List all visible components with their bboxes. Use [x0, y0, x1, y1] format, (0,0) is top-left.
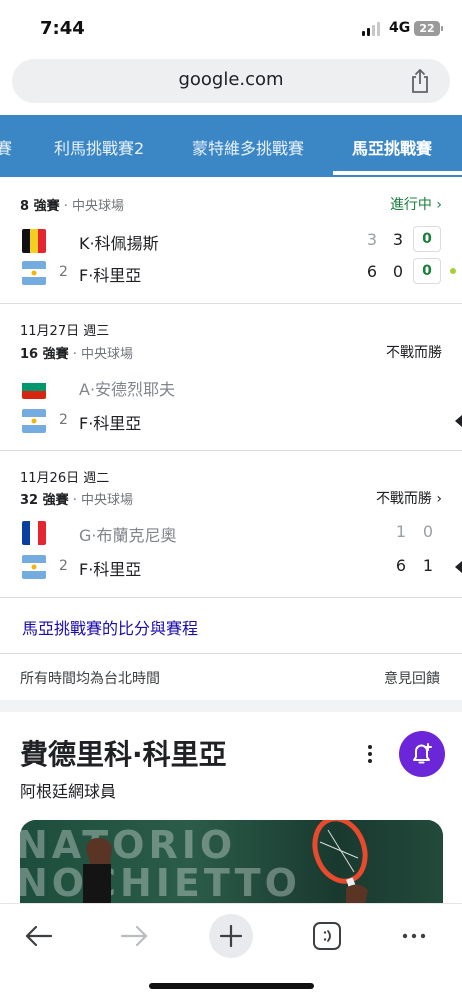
match-date: 11月26日 週二 [20, 471, 110, 486]
tab-montevideo[interactable]: 蒙特維多挑戰賽 [192, 135, 304, 159]
winner-marker-icon [455, 415, 462, 427]
new-tab-plus-icon[interactable] [209, 914, 253, 958]
argentina-flag-icon [22, 555, 46, 579]
player-name: F·科里亞 [79, 266, 142, 285]
player-row: 2 F·科里亞 6 1 [0, 552, 462, 582]
player-seed: 2 [59, 412, 68, 428]
status-time: 7:44 [40, 18, 85, 39]
tab-maia[interactable]: 馬亞挑戰賽 [352, 135, 432, 159]
belgium-flag-icon [22, 229, 46, 253]
match-status-live[interactable]: 進行中 › [390, 194, 442, 214]
player-seed: 2 [59, 264, 68, 280]
set-score: 6 [366, 262, 378, 281]
game-score: 0 [413, 258, 441, 284]
tournament-scores-link[interactable]: 馬亞挑戰賽的比分與賽程 [22, 615, 198, 639]
match-card-quarterfinal[interactable]: 8 強賽 · 中央球場 進行中 › K·科佩揚斯 3 3 0 2 F·科里亞 6… [0, 178, 462, 304]
timezone-note: 所有時間均為台北時間 [20, 671, 160, 687]
more-options-icon[interactable] [360, 742, 380, 766]
sports-footer: 所有時間均為台北時間 意見回饋 [0, 655, 462, 699]
match-status: 不戰而勝 [386, 345, 442, 361]
player-row: 2 F·科里亞 6 0 0 [0, 258, 462, 288]
set-score: 3 [392, 230, 404, 249]
set-score: 1 [422, 556, 434, 575]
knowledge-panel-subtitle: 阿根廷網球員 [20, 782, 117, 801]
player-row: 2 F·科里亞 [0, 406, 462, 436]
status-bar: 7:44 4G 22 [0, 0, 462, 56]
address-bar[interactable]: google.com [12, 59, 450, 103]
more-dots-icon[interactable] [392, 914, 436, 958]
url-text[interactable]: google.com [12, 69, 450, 90]
player-name: A·安德烈耶夫 [79, 380, 176, 399]
battery-icon: 22 [414, 21, 443, 36]
tournament-scores-link-row[interactable]: 馬亞挑戰賽的比分與賽程 [0, 598, 462, 654]
player-seed: 2 [59, 558, 68, 574]
match-card-round-of-32[interactable]: 11月26日 週二 32 強賽 · 中央球場 不戰而勝 › G·布蘭克尼奧 1 … [0, 452, 462, 598]
match-card-round-of-16[interactable]: 11月27日 週三 16 強賽 · 中央球場 不戰而勝 A·安德烈耶夫 2 F·… [0, 305, 462, 451]
match-round: 32 強賽 · 中央球場 [20, 493, 134, 508]
section-divider [0, 700, 462, 712]
serving-indicator-icon [450, 268, 456, 274]
follow-bell-button[interactable] [399, 731, 445, 777]
feedback-link[interactable]: 意見回饋 [384, 668, 440, 688]
match-status[interactable]: 不戰而勝 › [376, 488, 442, 508]
tab-lima-2[interactable]: 利馬挑戰賽2 [54, 135, 144, 159]
tab-previous[interactable]: 賽 [0, 135, 12, 159]
match-date: 11月27日 週三 [20, 324, 110, 339]
bell-plus-icon [413, 743, 432, 764]
tab-switcher-icon[interactable] [305, 914, 349, 958]
player-row: G·布蘭克尼奧 1 0 [0, 518, 462, 548]
network-type: 4G [389, 20, 411, 36]
player-name: G·布蘭克尼奧 [79, 526, 177, 545]
bulgaria-flag-icon [22, 375, 46, 399]
back-arrow-icon[interactable] [17, 914, 61, 958]
knowledge-panel-title: 費德里科·科里亞 [20, 738, 227, 771]
game-score: 0 [413, 226, 441, 252]
set-score: 3 [366, 230, 378, 249]
player-name: F·科里亞 [79, 560, 142, 579]
match-round: 16 強賽 · 中央球場 [20, 347, 134, 362]
player-photo[interactable]: NATORIO NOCHIETTO [20, 820, 443, 910]
forward-arrow-icon[interactable] [112, 914, 156, 958]
france-flag-icon [22, 521, 46, 545]
set-score: 0 [392, 262, 404, 281]
player-name: K·科佩揚斯 [79, 234, 159, 253]
home-indicator [149, 983, 314, 989]
argentina-flag-icon [22, 409, 46, 433]
share-icon[interactable] [408, 68, 432, 94]
tournament-tabs: 賽 利馬挑戰賽2 蒙特維多挑戰賽 馬亞挑戰賽 [0, 115, 462, 177]
active-tab-indicator [333, 171, 462, 175]
match-round: 8 強賽 · 中央球場 [20, 199, 124, 214]
set-score: 0 [422, 522, 434, 541]
player-celebration-graphic [83, 820, 368, 910]
argentina-flag-icon [22, 261, 46, 285]
set-score: 1 [395, 522, 407, 541]
set-score: 6 [395, 556, 407, 575]
cellular-signal-icon [362, 22, 380, 36]
winner-marker-icon [455, 561, 462, 573]
player-row: A·安德烈耶夫 [0, 372, 462, 402]
player-name: F·科里亞 [79, 414, 142, 433]
player-row: K·科佩揚斯 3 3 0 [0, 226, 462, 256]
